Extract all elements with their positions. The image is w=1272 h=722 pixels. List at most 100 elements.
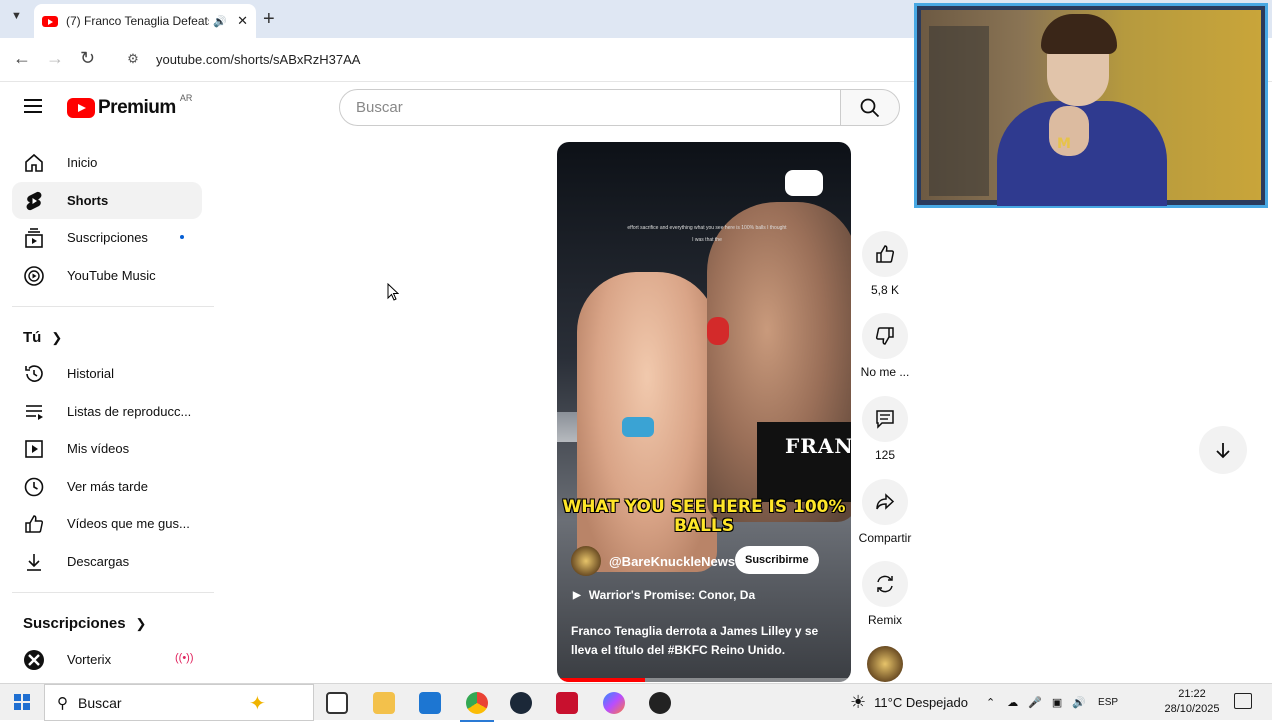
- country-code: AR: [179, 93, 193, 103]
- share-button[interactable]: Compartir: [855, 479, 915, 545]
- comment-icon: [862, 396, 908, 442]
- tab-title: (7) Franco Tenaglia Defeats: [66, 14, 210, 28]
- address-bar[interactable]: ⚙ youtube.com/shorts/sABxRzH37AA: [110, 44, 910, 74]
- sidebar-item-suscripciones[interactable]: Suscripciones: [12, 219, 202, 256]
- share-label: Compartir: [858, 531, 912, 545]
- sidebar-heading-suscripciones[interactable]: Suscripciones ❯: [23, 615, 146, 632]
- remix-icon: [862, 561, 908, 607]
- webcam-overlay: M: [914, 3, 1268, 208]
- liked-videos-icon: [12, 513, 56, 535]
- system-tray: ☀ 11°C Despejado ⌃ ☁ 🎤 ▣ 🔊 ESP: [850, 684, 1118, 721]
- sidebar-item-historial[interactable]: Historial: [12, 355, 202, 392]
- sidebar-item-label: Shorts: [67, 193, 109, 208]
- forward-icon[interactable]: →: [46, 48, 64, 69]
- file-explorer-icon[interactable]: [373, 692, 395, 714]
- audio-playing-icon[interactable]: 🔊: [213, 15, 227, 28]
- youtube-favicon-icon: [42, 15, 58, 27]
- subscribe-button[interactable]: Suscribirme: [735, 546, 819, 574]
- hashtag-link[interactable]: #BKFC: [668, 643, 708, 657]
- youtube-premium-logo[interactable]: Premium AR: [67, 93, 192, 119]
- onedrive-icon[interactable]: ☁: [1007, 696, 1018, 709]
- steam-icon[interactable]: [510, 692, 532, 714]
- search-button[interactable]: [840, 89, 900, 126]
- tab-search-icon[interactable]: ▼: [11, 10, 22, 22]
- short-video-player[interactable]: FRANCO effort sacrifice and everything w…: [557, 142, 851, 682]
- remix-button[interactable]: Remix: [860, 561, 910, 627]
- sidebar-item-shorts[interactable]: Shorts: [12, 182, 202, 219]
- browser-tab[interactable]: (7) Franco Tenaglia Defeats 🔊 ✕: [34, 4, 256, 38]
- sidebar-divider: [12, 592, 214, 593]
- sidebar-heading-tu[interactable]: Tú ❯: [23, 329, 62, 346]
- trunks-image: FRANCO: [757, 422, 851, 502]
- taskbar-search-input[interactable]: ⚲ Buscar ✦: [44, 684, 314, 721]
- weather-icon[interactable]: ☀: [850, 692, 866, 713]
- sidebar-item-listas[interactable]: Listas de reproducc...: [12, 393, 202, 430]
- clock-date: 28/10/2025: [1164, 703, 1220, 715]
- input-language[interactable]: ESP: [1098, 697, 1118, 708]
- sidebar-item-label: Listas de reproducc...: [67, 404, 192, 419]
- youtube-music-icon: [12, 265, 56, 287]
- search-icon: ⚲: [57, 694, 68, 712]
- search-icon: [860, 98, 880, 117]
- dislike-icon: [862, 313, 908, 359]
- music-track[interactable]: ▶ Warrior's Promise: Conor, Da: [573, 588, 755, 602]
- comments-count: 125: [874, 448, 896, 462]
- comments-button[interactable]: 125: [860, 396, 910, 462]
- sidebar-item-mis-videos[interactable]: Mis vídeos: [12, 430, 202, 467]
- chevron-right-icon: ❯: [135, 615, 147, 631]
- sound-source-avatar[interactable]: [867, 646, 903, 682]
- sidebar-item-label: Descargas: [67, 554, 130, 569]
- trunks-text: FRANCO: [785, 434, 851, 458]
- chrome-icon[interactable]: [460, 692, 494, 722]
- new-tab-button[interactable]: +: [263, 8, 275, 31]
- task-view-icon[interactable]: [326, 692, 348, 714]
- video-description[interactable]: Franco Tenaglia derrota a James Lilley y…: [571, 622, 833, 660]
- sidebar-item-videos-gustados[interactable]: Vídeos que me gus...: [12, 505, 202, 542]
- notifications-icon[interactable]: [1234, 693, 1252, 709]
- network-icon[interactable]: ▣: [1052, 696, 1062, 709]
- weather-text[interactable]: 11°C Despejado: [874, 695, 968, 710]
- like-icon: [862, 231, 908, 277]
- sidebar-item-ver-mas-tarde[interactable]: Ver más tarde: [12, 468, 202, 505]
- microsoft-store-icon[interactable]: [419, 692, 441, 714]
- share-icon: [862, 479, 908, 525]
- arrow-down-icon: [1216, 443, 1230, 459]
- close-tab-icon[interactable]: ✕: [237, 13, 248, 29]
- sidebar-item-youtube-music[interactable]: YouTube Music: [12, 257, 202, 294]
- next-short-button[interactable]: [1199, 426, 1247, 474]
- obs-icon[interactable]: [649, 692, 671, 714]
- channel-name[interactable]: @BareKnuckleNews: [609, 554, 735, 569]
- like-button[interactable]: 5,8 K: [860, 231, 910, 297]
- menu-icon[interactable]: [24, 99, 42, 113]
- windows-taskbar: ⚲ Buscar ✦ ☀ 11°C Despejado ⌃ ☁ 🎤 ▣ 🔊 ES…: [0, 683, 1272, 722]
- sidebar-divider: [12, 306, 214, 307]
- sidebar-item-vorterix[interactable]: Vorterix ((•)): [12, 641, 202, 678]
- copilot-icon[interactable]: [603, 692, 625, 714]
- microphone-icon[interactable]: 🎤: [1028, 696, 1042, 709]
- sidebar-item-inicio[interactable]: Inicio: [12, 144, 202, 181]
- show-hidden-icons-icon[interactable]: ⌃: [986, 696, 995, 709]
- channel-info[interactable]: @BareKnuckleNews: [571, 546, 735, 576]
- search-input[interactable]: Buscar: [339, 89, 841, 126]
- back-icon[interactable]: ←: [13, 48, 31, 69]
- taskbar-clock[interactable]: 21:22 28/10/2025: [1160, 687, 1224, 717]
- play-icon: ▶: [573, 589, 581, 601]
- sidebar-item-descargas[interactable]: Descargas: [12, 543, 202, 580]
- dislike-label: No me ...: [860, 365, 910, 379]
- sidebar-item-label: Vídeos que me gus...: [67, 516, 190, 531]
- mouse-cursor-icon: [387, 283, 399, 301]
- amd-software-icon[interactable]: [556, 692, 578, 714]
- video-progress-bar[interactable]: [557, 678, 851, 682]
- vorterix-avatar-icon: [12, 649, 56, 671]
- description-text: Reino Unido.: [707, 643, 786, 657]
- reload-icon[interactable]: ↻: [80, 48, 95, 69]
- glove-image: [707, 317, 729, 345]
- windows-start-icon[interactable]: [14, 694, 30, 710]
- volume-icon[interactable]: 🔊: [1072, 696, 1086, 709]
- video-subtitle-overlay: effort sacrifice and everything what you…: [627, 225, 787, 243]
- dislike-button[interactable]: No me ...: [860, 313, 910, 379]
- remix-label: Remix: [867, 613, 902, 627]
- video-headline-overlay: WHAT YOU SEE HERE IS 100% BALLS: [562, 497, 846, 536]
- site-info-icon[interactable]: ⚙: [120, 51, 146, 67]
- channel-avatar[interactable]: [571, 546, 601, 576]
